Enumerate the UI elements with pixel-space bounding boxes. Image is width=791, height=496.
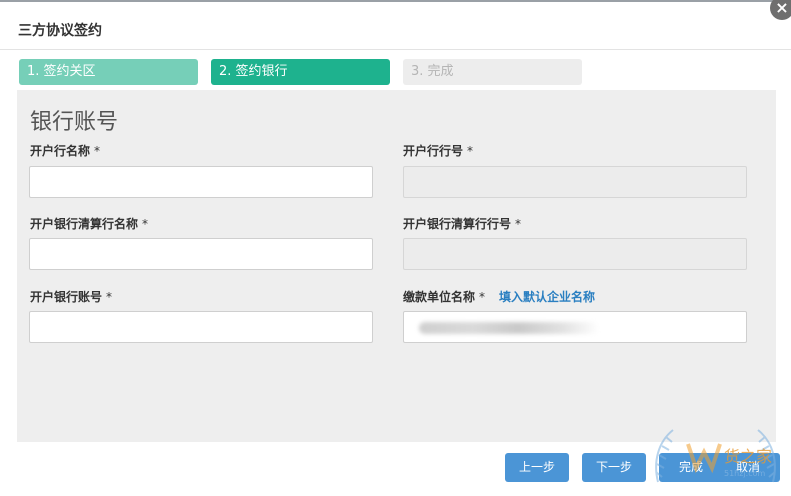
clearing-bank-code-label-text: 开户银行清算行行号 [403, 217, 512, 231]
step-sign-customs[interactable]: 1. 签约关区 [19, 59, 198, 85]
bank-code-label: 开户行行号 * [403, 142, 473, 159]
title-divider [0, 49, 791, 50]
required-mark: * [106, 290, 113, 304]
step-sign-bank[interactable]: 2. 签约银行 [211, 59, 390, 85]
bank-code-input [403, 166, 747, 198]
payer-name-label: 缴款单位名称 * [403, 288, 485, 305]
required-mark: * [94, 144, 101, 158]
bank-code-label-text: 开户行行号 [403, 144, 464, 158]
clearing-bank-code-label: 开户银行清算行行号 * [403, 215, 521, 232]
bank-name-input[interactable] [29, 166, 373, 198]
payer-name-field[interactable] [403, 311, 747, 343]
clearing-bank-code-input [403, 238, 747, 270]
step-finish[interactable]: 3. 完成 [403, 59, 582, 85]
clearing-bank-name-label: 开户银行清算行名称 * [30, 215, 148, 232]
payer-name-label-text: 缴款单位名称 [403, 290, 476, 304]
cancel-button[interactable]: 取消 [716, 453, 780, 482]
blurred-company-name [419, 322, 599, 334]
account-number-label-text: 开户银行账号 [30, 290, 103, 304]
finish-button[interactable]: 完成 [659, 453, 723, 482]
bank-account-panel: 银行账号 开户行名称 * 开户行行号 * 开户银行清算行名称 * 开户银行清算行行号 *… [17, 90, 776, 442]
section-title: 银行账号 [30, 110, 119, 135]
clearing-bank-name-input[interactable] [29, 238, 373, 270]
prev-step-button[interactable]: 上一步 [505, 453, 569, 482]
clearing-bank-name-label-text: 开户银行清算行名称 [30, 217, 139, 231]
account-number-input[interactable] [29, 311, 373, 343]
close-icon[interactable]: × [770, 0, 791, 20]
account-number-label: 开户银行账号 * [30, 288, 112, 305]
required-mark: * [142, 217, 149, 231]
dialog-title: 三方协议签约 [18, 23, 102, 39]
three-party-agreement-dialog: 三方协议签约 × 1. 签约关区 2. 签约银行 3. 完成 银行账号 开户行名… [0, 0, 791, 496]
bank-name-label: 开户行名称 * [30, 142, 100, 159]
bank-name-label-text: 开户行名称 [30, 144, 91, 158]
required-mark: * [467, 144, 474, 158]
required-mark: * [515, 217, 522, 231]
fill-default-company-link[interactable]: 填入默认企业名称 [499, 288, 595, 305]
required-mark: * [479, 290, 486, 304]
next-step-button[interactable]: 下一步 [582, 453, 646, 482]
